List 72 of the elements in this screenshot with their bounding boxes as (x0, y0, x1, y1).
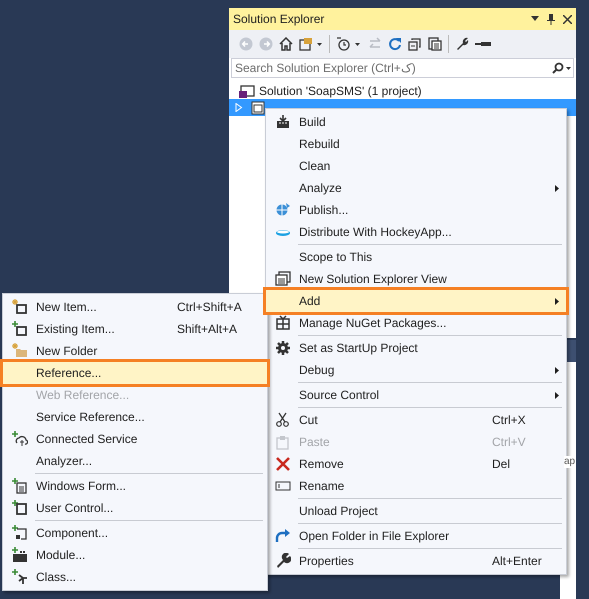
menu-item[interactable]: Existing Item... Shift+Alt+A (3, 318, 267, 340)
menu-item[interactable]: Rename (266, 475, 566, 497)
home-icon[interactable] (279, 37, 293, 51)
submenu-arrow-icon (555, 366, 559, 374)
menu-item[interactable]: Properties Alt+Enter (266, 550, 566, 572)
sync-documents-icon[interactable] (299, 37, 323, 51)
menu-item[interactable]: Connected Service (3, 428, 267, 450)
menu-item[interactable]: Rebuild (266, 133, 566, 155)
wrench-icon (274, 553, 290, 569)
menu-item[interactable]: Module... (3, 544, 267, 566)
tree-item[interactable]: Solution 'SoapSMS' (1 project) (229, 82, 576, 99)
search-field[interactable]: Search Solution Explorer (Ctrl+ک) (231, 58, 574, 78)
menu-item[interactable]: Cut Ctrl+X (266, 409, 566, 431)
new-item-icon (12, 299, 28, 315)
menu-item[interactable]: Clean (266, 155, 566, 177)
folder-icon (12, 343, 28, 359)
tree-item-label: Solution 'SoapSMS' (1 project) (259, 82, 422, 100)
menu-item[interactable]: New Item... Ctrl+Shift+A (3, 296, 267, 318)
package-icon (274, 315, 290, 331)
pin-icon[interactable] (547, 14, 555, 24)
scissors-icon (274, 412, 290, 428)
menu-item[interactable]: Add (266, 290, 566, 312)
menu-item[interactable]: Publish... (266, 199, 566, 221)
menu-item[interactable]: Open Folder in File Explorer (266, 525, 566, 547)
menu-item[interactable]: Set as StartUp Project (266, 337, 566, 359)
menu-item[interactable]: Service Reference... (3, 406, 267, 428)
menu-item[interactable]: Unload Project (266, 500, 566, 522)
gear-icon (274, 340, 290, 356)
panel-title: Solution Explorer (233, 11, 326, 28)
menu-item[interactable]: Source Control (266, 384, 566, 406)
solution-icon (239, 84, 255, 98)
class-icon (12, 569, 28, 585)
window-stack-icon (274, 271, 290, 287)
menu-item[interactable]: User Control... (3, 497, 267, 519)
menu-item[interactable]: Analyze (266, 177, 566, 199)
menu-item[interactable]: Windows Form... (3, 475, 267, 497)
dropdown-icon[interactable] (531, 16, 539, 22)
existing-item-icon (12, 321, 28, 337)
component-icon (12, 525, 28, 541)
menu-item[interactable]: Debug (266, 359, 566, 381)
search-icon[interactable] (551, 62, 571, 75)
menu-item[interactable]: Remove Del (266, 453, 566, 475)
menu-item[interactable]: Scope to This (266, 246, 566, 268)
user-control-icon (12, 500, 28, 516)
collapse-all-icon[interactable] (408, 37, 422, 51)
submenu-arrow-icon (555, 392, 559, 398)
menu-item[interactable]: New Folder (3, 340, 267, 362)
refresh-icon[interactable] (388, 37, 402, 51)
menu-item[interactable]: New Solution Explorer View (266, 268, 566, 290)
menu-item[interactable]: Analyzer... (3, 450, 267, 472)
close-icon[interactable] (563, 14, 572, 24)
menu-item[interactable]: Distribute With HockeyApp... (266, 221, 566, 243)
menu-item[interactable]: Build (266, 111, 566, 133)
connected-service-icon (12, 431, 28, 447)
globe-icon (274, 202, 290, 218)
expand-arrow-icon[interactable] (235, 103, 243, 112)
clipboard-icon (274, 434, 290, 450)
form-icon (12, 478, 28, 494)
menu-item[interactable]: Class... (3, 566, 267, 588)
wrench-icon[interactable] (455, 37, 469, 51)
menu-item[interactable]: Component... (3, 522, 267, 544)
build-icon (274, 114, 290, 130)
menu-item[interactable]: Manage NuGet Packages... (266, 312, 566, 334)
submenu-arrow-icon (555, 298, 559, 304)
curved-arrow-icon (274, 528, 290, 544)
module-icon (12, 547, 28, 563)
delete-icon (274, 456, 290, 472)
menu-item[interactable]: Reference... (3, 362, 267, 384)
submenu-arrow-icon (555, 184, 559, 192)
text-fragment: ap (564, 456, 576, 468)
clock-icon[interactable] (336, 37, 362, 51)
show-all-files-icon[interactable] (428, 37, 442, 51)
